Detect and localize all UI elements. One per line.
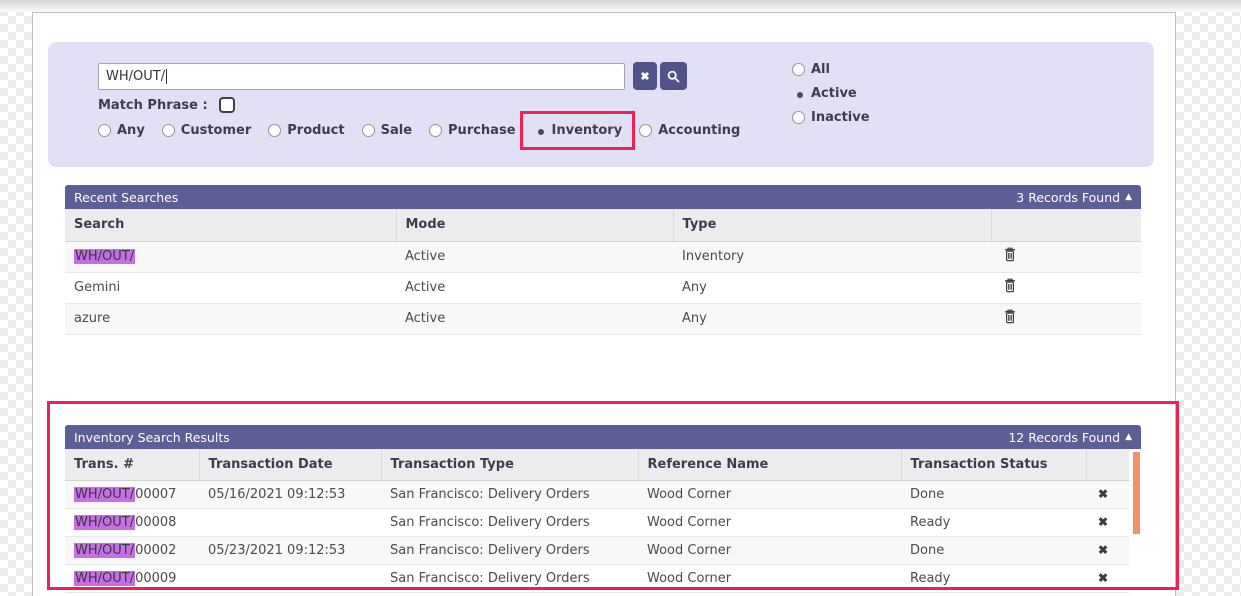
radio-selected-icon [792, 87, 805, 100]
match-phrase-label: Match Phrase : [98, 98, 208, 113]
delete-recent-search-button[interactable] [1004, 247, 1016, 262]
highlighted-prefix: WH/OUT/ [74, 571, 135, 586]
highlighted-search-term: WH/OUT/ [74, 249, 135, 264]
radio-circle-icon [162, 124, 175, 137]
match-phrase-row: Match Phrase : [98, 97, 235, 113]
col-reference-name: Reference Name [638, 449, 901, 480]
remove-result-button[interactable]: ✖ [1098, 487, 1108, 501]
col-actions [991, 209, 1141, 241]
collapse-icon: ▲ [1125, 433, 1132, 442]
inventory-results-table: Trans. # Transaction Date Transaction Ty… [65, 449, 1129, 593]
radio-customer[interactable]: Customer [162, 123, 251, 138]
radio-circle-icon [792, 63, 805, 76]
status-radio-group: All Active Inactive [792, 62, 870, 125]
col-transaction-status: Transaction Status [901, 449, 1086, 480]
recent-searches-title: Recent Searches [74, 190, 178, 205]
col-type: Type [673, 209, 991, 241]
remove-icon: ✖ [1098, 487, 1108, 501]
radio-selected-icon [533, 124, 546, 137]
radio-inventory[interactable]: Inventory [533, 123, 623, 138]
radio-circle-icon [429, 124, 442, 137]
recent-searches-table: Search Mode Type WH/OUT/ Active Inventor… [65, 209, 1141, 335]
radio-accounting[interactable]: Accounting [639, 123, 740, 138]
collapse-icon: ▲ [1125, 193, 1132, 202]
trash-icon [1004, 247, 1016, 262]
results-titlebar: Inventory Search Results 12 Records Foun… [65, 425, 1141, 449]
clear-icon: ✖ [640, 70, 649, 83]
radio-any[interactable]: Any [98, 123, 145, 138]
table-row: WH/OUT/ Active Inventory [65, 241, 1141, 272]
content-panel: WH/OUT/ ✖ Match Phrase : [32, 12, 1176, 596]
search-button[interactable] [660, 62, 687, 90]
table-row: WH/OUT/00008 San Francisco: Delivery Ord… [65, 508, 1129, 536]
radio-purchase[interactable]: Purchase [429, 123, 515, 138]
table-row: Gemini Active Any [65, 272, 1141, 303]
radio-circle-icon [639, 124, 652, 137]
table-row: WH/OUT/00007 05/16/2021 09:12:53 San Fra… [65, 480, 1129, 508]
remove-result-button[interactable]: ✖ [1098, 571, 1108, 585]
text-caret [166, 69, 167, 84]
radio-circle-icon [362, 124, 375, 137]
results-records-found[interactable]: 12 Records Found ▲ [1008, 430, 1132, 445]
search-type-radio-group: Any Customer Product Sale Purchase [98, 123, 740, 138]
screenshot-root: WH/OUT/ ✖ Match Phrase : [0, 0, 1241, 596]
table-row: azure Active Any [65, 303, 1141, 334]
results-scrollbar-thumb[interactable] [1133, 452, 1140, 534]
search-query-text: WH/OUT/ [106, 69, 165, 84]
highlighted-prefix: WH/OUT/ [74, 543, 135, 558]
remove-icon: ✖ [1098, 543, 1108, 557]
radio-all[interactable]: All [792, 62, 870, 77]
radio-circle-icon [792, 111, 805, 124]
recent-header-row: Search Mode Type [65, 209, 1141, 241]
remove-icon: ✖ [1098, 571, 1108, 585]
match-phrase-checkbox[interactable] [219, 97, 235, 113]
trash-icon [1004, 309, 1016, 324]
delete-recent-search-button[interactable] [1004, 278, 1016, 293]
radio-circle-icon [98, 124, 111, 137]
radio-inactive[interactable]: Inactive [792, 110, 870, 125]
results-header-row: Trans. # Transaction Date Transaction Ty… [65, 449, 1129, 480]
remove-icon: ✖ [1098, 515, 1108, 529]
remove-result-button[interactable]: ✖ [1098, 543, 1108, 557]
col-actions [1086, 449, 1129, 480]
remove-result-button[interactable]: ✖ [1098, 515, 1108, 529]
table-row: WH/OUT/00002 05/23/2021 09:12:53 San Fra… [65, 536, 1129, 564]
search-panel: WH/OUT/ ✖ Match Phrase : [48, 42, 1154, 167]
radio-circle-icon [268, 124, 281, 137]
radio-sale[interactable]: Sale [362, 123, 412, 138]
results-title: Inventory Search Results [74, 430, 230, 445]
recent-records-found[interactable]: 3 Records Found ▲ [1016, 190, 1132, 205]
window-top-gradient [0, 0, 1241, 12]
col-transaction-date: Transaction Date [199, 449, 381, 480]
search-icon [667, 70, 680, 83]
col-search: Search [65, 209, 396, 241]
col-mode: Mode [396, 209, 673, 241]
annotation-box-inventory: Inventory [520, 111, 636, 150]
highlighted-prefix: WH/OUT/ [74, 487, 135, 502]
delete-recent-search-button[interactable] [1004, 309, 1016, 324]
clear-search-button[interactable]: ✖ [633, 62, 657, 90]
radio-active[interactable]: Active [792, 86, 870, 101]
recent-searches-titlebar: Recent Searches 3 Records Found ▲ [65, 185, 1141, 209]
radio-product[interactable]: Product [268, 123, 344, 138]
highlighted-prefix: WH/OUT/ [74, 515, 135, 530]
table-row: WH/OUT/00009 San Francisco: Delivery Ord… [65, 564, 1129, 592]
col-transaction-type: Transaction Type [381, 449, 638, 480]
search-input[interactable]: WH/OUT/ [98, 63, 625, 90]
trash-icon [1004, 278, 1016, 293]
col-trans-number: Trans. # [65, 449, 199, 480]
